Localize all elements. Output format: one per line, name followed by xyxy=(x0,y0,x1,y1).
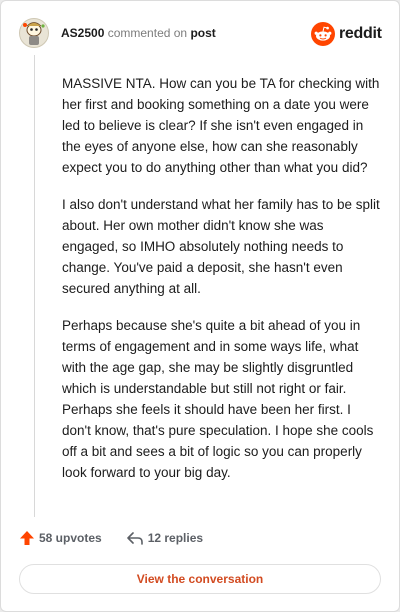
brand-name: reddit xyxy=(339,25,382,42)
comment-paragraph: I also don't understand what her family … xyxy=(62,197,380,296)
reddit-logo-icon xyxy=(311,22,335,46)
brand[interactable]: reddit xyxy=(311,22,382,46)
upvote-button[interactable]: 58 upvotes xyxy=(19,530,102,546)
snoo-avatar-icon[interactable] xyxy=(19,18,49,48)
upvote-arrow-icon xyxy=(20,531,34,545)
action-text: commented on xyxy=(107,26,188,40)
reply-count: 12 replies xyxy=(147,531,204,545)
post-link[interactable]: post xyxy=(190,26,215,40)
comment-paragraph: Perhaps because she's quite a bit ahead … xyxy=(62,318,374,480)
comment-card: AS2500 commented on post reddit MASSIVE … xyxy=(0,0,400,612)
reply-arrow-icon xyxy=(126,532,143,545)
upvote-count: 58 upvotes xyxy=(39,531,102,545)
comment-header: AS2500 commented on post xyxy=(61,26,216,40)
replies-button[interactable]: 12 replies xyxy=(126,530,203,546)
view-conversation-button[interactable]: View the conversation xyxy=(19,564,381,594)
comment-paragraph: MASSIVE NTA. How can you be TA for check… xyxy=(62,76,380,175)
username[interactable]: AS2500 xyxy=(61,26,104,40)
thread-line[interactable] xyxy=(34,55,35,517)
comment-body: MASSIVE NTA. How can you be TA for check… xyxy=(62,73,382,499)
comment-actions: 58 upvotes 12 replies xyxy=(19,530,203,546)
